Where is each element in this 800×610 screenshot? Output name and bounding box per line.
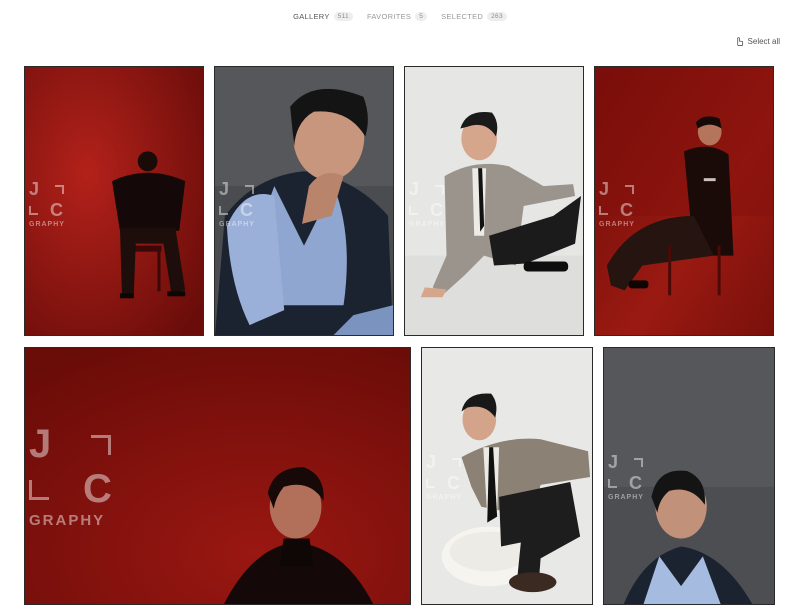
photo-image <box>422 348 592 604</box>
photo-thumbnail[interactable]: J C GRAPHY <box>603 347 775 605</box>
photo-thumbnail[interactable]: J C GRAPHY <box>421 347 593 605</box>
tab-favorites-count: 5 <box>415 12 428 21</box>
select-all-label: Select all <box>747 37 780 46</box>
photo-image <box>25 348 410 604</box>
photo-image <box>604 348 774 604</box>
tab-selected-label: SELECTED <box>441 12 484 21</box>
tab-selected-count: 263 <box>487 12 507 21</box>
photo-thumbnail[interactable]: J C GRAPHY <box>24 347 411 605</box>
tab-gallery-label: GALLERY <box>293 12 330 21</box>
photo-image <box>405 67 583 335</box>
photo-image <box>25 67 203 335</box>
tab-gallery[interactable]: GALLERY 511 <box>293 12 353 21</box>
tab-favorites-label: FAVORITES <box>366 12 412 21</box>
photo-image <box>215 67 393 335</box>
tab-gallery-count: 511 <box>333 12 353 21</box>
gallery-tabs: GALLERY 511 FAVORITES 5 SELECTED 263 <box>0 12 800 21</box>
tab-selected[interactable]: SELECTED 263 <box>441 12 507 21</box>
photo-thumbnail[interactable]: J C GRAPHY <box>214 66 394 336</box>
photo-thumbnail[interactable]: J C GRAPHY <box>404 66 584 336</box>
photo-thumbnail[interactable]: J C GRAPHY <box>594 66 774 336</box>
select-all-icon <box>736 37 743 46</box>
select-all-button[interactable]: Select all <box>735 37 780 46</box>
photo-thumbnail[interactable]: J C GRAPHY <box>24 66 204 336</box>
tab-favorites[interactable]: FAVORITES 5 <box>366 12 428 21</box>
photo-image <box>595 67 773 335</box>
